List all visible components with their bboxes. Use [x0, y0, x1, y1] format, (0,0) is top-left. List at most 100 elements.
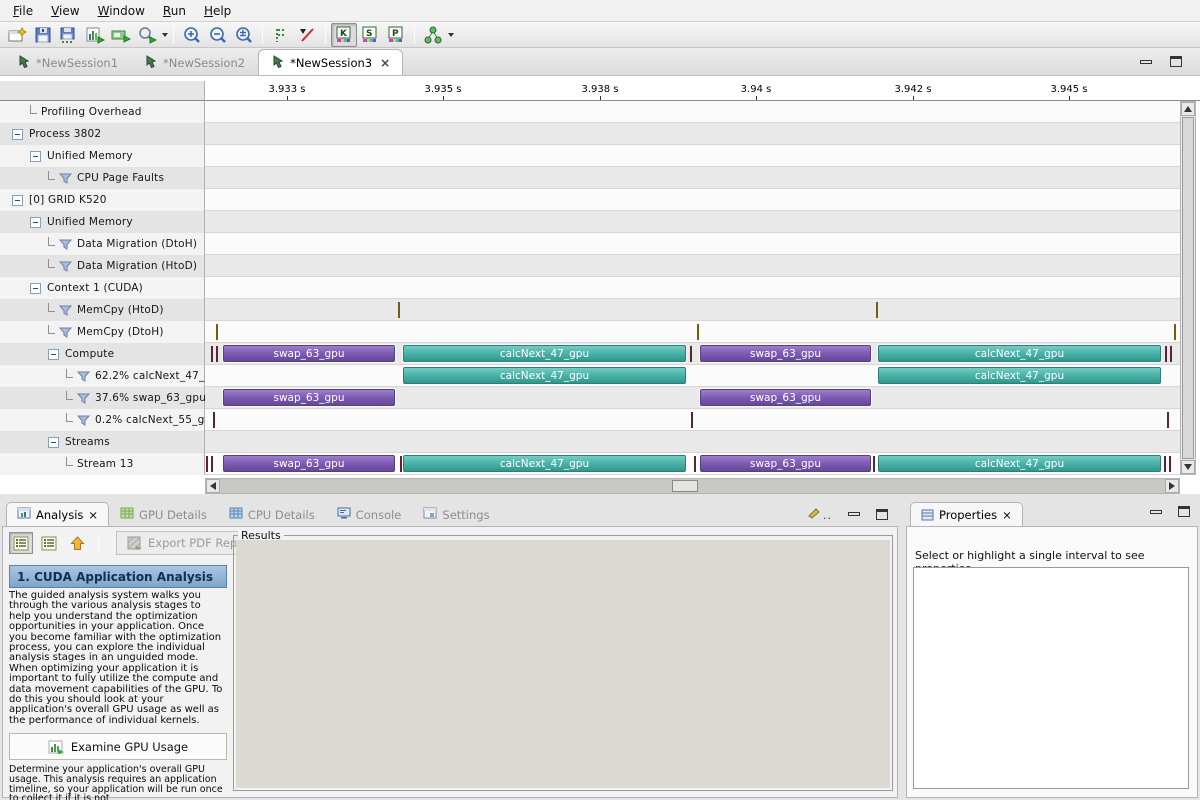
interval-calcNext_47_gpu[interactable]: calcNext_47_gpu — [403, 367, 686, 384]
minimize-icon[interactable] — [1150, 510, 1162, 514]
interval-swap_63_gpu[interactable]: swap_63_gpu — [223, 455, 395, 472]
interval-tick[interactable] — [1170, 346, 1172, 362]
tree-row-unified-memory[interactable]: Unified Memory — [0, 211, 205, 233]
kernel-color-button[interactable]: K — [331, 23, 357, 47]
interval-tick[interactable] — [1174, 324, 1176, 340]
interval-tick[interactable] — [400, 456, 402, 472]
interval-tick[interactable] — [216, 346, 218, 362]
interval-swap_63_gpu[interactable]: swap_63_gpu — [223, 389, 395, 406]
interval-tick[interactable] — [1165, 346, 1167, 362]
dependency-analysis-button[interactable] — [420, 23, 446, 47]
maximize-icon[interactable] — [1170, 56, 1182, 67]
collapse-icon[interactable] — [12, 195, 23, 206]
vertical-scroll-thumb[interactable] — [1182, 117, 1194, 459]
interval-tick[interactable] — [690, 346, 692, 362]
interval-tick[interactable] — [398, 302, 400, 318]
view-menu-icon[interactable]: .. — [807, 506, 832, 522]
tree-row-cpu-page-faults[interactable]: CPU Page Faults — [0, 167, 205, 189]
menu-file[interactable]: File — [4, 1, 42, 21]
close-icon[interactable]: × — [1002, 508, 1012, 522]
close-icon[interactable]: × — [380, 56, 390, 70]
interval-tick[interactable] — [216, 324, 218, 340]
tree-row-memcpy-dtoh[interactable]: MemCpy (DtoH) — [0, 321, 205, 343]
tab-analysis[interactable]: Analysis× — [6, 502, 109, 526]
maximize-icon[interactable] — [1178, 506, 1190, 517]
analyze-button-dropdown-icon[interactable] — [162, 33, 168, 37]
tab-session-2[interactable]: *NewSession2 — [131, 49, 258, 75]
tree-row-compute[interactable]: Compute — [0, 343, 205, 365]
process-color-button[interactable]: P — [383, 23, 409, 47]
analyze-button[interactable] — [134, 23, 160, 47]
collapse-icon[interactable] — [30, 283, 41, 294]
interval-tick[interactable] — [694, 456, 696, 472]
tab-session-3[interactable]: *NewSession3× — [258, 49, 403, 75]
tree-row-0-grid-k520[interactable]: [0] GRID K520 — [0, 189, 205, 211]
stream-color-button[interactable]: S — [357, 23, 383, 47]
flat-profile-button[interactable] — [108, 23, 134, 47]
tab-properties[interactable]: Properties × — [910, 502, 1023, 526]
interval-tick[interactable] — [213, 412, 215, 428]
tree-row-data-migration-htod[interactable]: Data Migration (HtoD) — [0, 255, 205, 277]
examine-gpu-usage-button[interactable]: Examine GPU Usage — [9, 733, 227, 760]
tab-console[interactable]: Console — [326, 502, 413, 526]
zoom-out-button[interactable] — [205, 23, 231, 47]
interval-calcNext_47_gpu[interactable]: calcNext_47_gpu — [878, 345, 1161, 362]
interval-tick[interactable] — [876, 302, 878, 318]
interval-swap_63_gpu[interactable]: swap_63_gpu — [700, 345, 871, 362]
tree-row-0-2-calcnext-55-g[interactable]: 0.2% calcNext_55_g... — [0, 409, 205, 431]
scroll-up-button[interactable] — [1181, 102, 1195, 116]
tab-cpu-details[interactable]: CPU Details — [218, 502, 326, 526]
interval-tick[interactable] — [1164, 456, 1166, 472]
menu-help[interactable]: Help — [195, 1, 240, 21]
interval-tick[interactable] — [211, 346, 213, 362]
tree-row-stream-13[interactable]: Stream 13 — [0, 453, 205, 475]
dependency-analysis-button-dropdown-icon[interactable] — [448, 33, 454, 37]
menu-view[interactable]: View — [42, 1, 88, 21]
menu-window[interactable]: Window — [89, 1, 154, 21]
tree-row-data-migration-dtoh[interactable]: Data Migration (DtoH) — [0, 233, 205, 255]
save-button[interactable] — [30, 23, 56, 47]
zoom-reset-button[interactable] — [231, 23, 257, 47]
scroll-down-button[interactable] — [1181, 460, 1195, 474]
tree-row-profiling-overhead[interactable]: Profiling Overhead — [0, 101, 205, 123]
interval-tick[interactable] — [206, 456, 208, 472]
minimize-icon[interactable] — [1140, 60, 1152, 64]
zoom-in-button[interactable] — [179, 23, 205, 47]
interval-swap_63_gpu[interactable]: swap_63_gpu — [700, 455, 871, 472]
generate-timeline-button[interactable] — [82, 23, 108, 47]
unguided-analysis-button[interactable] — [37, 532, 61, 554]
tree-row-37-6-swap-63-gpu[interactable]: 37.6% swap_63_gpu — [0, 387, 205, 409]
tab-settings[interactable]: Settings — [412, 502, 500, 526]
interval-tick[interactable] — [1169, 456, 1171, 472]
tree-row-streams[interactable]: Streams — [0, 431, 205, 453]
interval-swap_63_gpu[interactable]: swap_63_gpu — [700, 389, 871, 406]
interval-tick[interactable] — [873, 456, 875, 472]
interval-tick[interactable] — [697, 324, 699, 340]
horizontal-scroll-thumb[interactable] — [672, 480, 698, 492]
interval-calcNext_47_gpu[interactable]: calcNext_47_gpu — [878, 367, 1161, 384]
save-all-button[interactable] — [56, 23, 82, 47]
tab-session-1[interactable]: *NewSession1 — [4, 49, 131, 75]
interval-calcNext_47_gpu[interactable]: calcNext_47_gpu — [403, 455, 686, 472]
collapse-icon[interactable] — [48, 437, 59, 448]
vertical-scrollbar[interactable] — [1180, 101, 1196, 475]
back-up-button[interactable] — [65, 532, 89, 554]
tree-row-memcpy-htod[interactable]: MemCpy (HtoD) — [0, 299, 205, 321]
tree-row-process-3802[interactable]: Process 3802 — [0, 123, 205, 145]
collapse-icon[interactable] — [30, 151, 41, 162]
interval-calcNext_47_gpu[interactable]: calcNext_47_gpu — [403, 345, 686, 362]
minimize-icon[interactable] — [848, 512, 860, 516]
tree-row-62-2-calcnext-47[interactable]: 62.2% calcNext_47_... — [0, 365, 205, 387]
maximize-icon[interactable] — [876, 509, 888, 520]
new-session-button[interactable] — [4, 23, 30, 47]
scroll-left-button[interactable] — [206, 479, 220, 493]
collapse-icon[interactable] — [12, 129, 23, 140]
tree-row-context-1-cuda[interactable]: Context 1 (CUDA) — [0, 277, 205, 299]
scroll-right-button[interactable] — [1165, 479, 1179, 493]
interval-swap_63_gpu[interactable]: swap_63_gpu — [223, 345, 395, 362]
interval-tick[interactable] — [1167, 412, 1169, 428]
interval-tick[interactable] — [691, 412, 693, 428]
collapse-icon[interactable] — [30, 217, 41, 228]
guided-analysis-button[interactable] — [9, 532, 33, 554]
filter-button[interactable] — [294, 23, 320, 47]
